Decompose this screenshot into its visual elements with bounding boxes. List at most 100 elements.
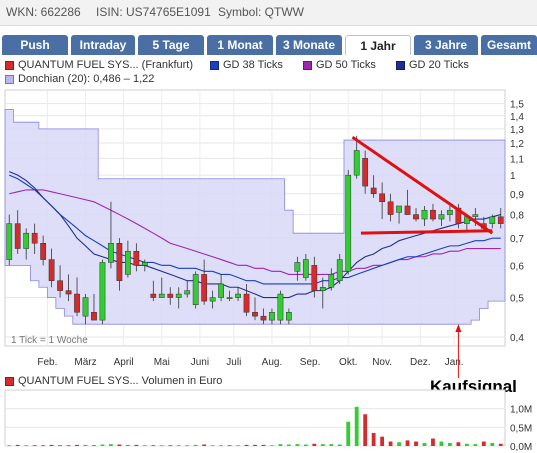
volume-bar	[337, 444, 342, 446]
volume-bar	[109, 444, 113, 446]
candle	[226, 297, 233, 299]
candle	[319, 287, 326, 291]
y-tick-label: 0,7	[510, 234, 524, 245]
tab-push[interactable]: Push	[2, 35, 68, 55]
tab-1-monat[interactable]: 1 Monat	[207, 35, 273, 55]
y-tick-label: 0,5	[510, 294, 524, 305]
candle	[489, 216, 496, 224]
volume-bar	[134, 444, 139, 446]
tab-intraday[interactable]: Intraday	[71, 35, 135, 55]
volume-bar	[346, 421, 351, 446]
tab-gesamt[interactable]: Gesamt	[481, 35, 537, 55]
tab-5-tage[interactable]: 5 Tage	[138, 35, 204, 55]
legend-price-label: QUANTUM FUEL SYS... (Frankfurt)	[18, 59, 194, 71]
candle	[167, 293, 174, 298]
volume-bar	[380, 436, 385, 446]
price-chart: 1,51,4 1,3 1,2 1,1 1 0,9 0,8 0,7 0,6 0,5 0,4 Feb. Mä…	[4, 89, 532, 453]
candle	[294, 262, 301, 272]
x-tick-label: Jan.	[445, 357, 464, 368]
volume-bar	[414, 441, 418, 446]
candle	[150, 293, 157, 298]
candle	[362, 158, 369, 187]
candle	[396, 205, 402, 213]
volume-bar	[142, 445, 147, 447]
volume-bar	[75, 444, 79, 446]
candle	[277, 293, 284, 321]
tab-3-monate[interactable]: 3 Monate	[276, 35, 342, 55]
legend-gd20: GD 20 Ticks	[396, 59, 469, 71]
x-tick-label: Juni	[191, 357, 209, 368]
gd20-swatch	[396, 60, 405, 70]
y-tick-label: 1,2	[510, 139, 524, 150]
candle	[201, 274, 208, 302]
candle	[387, 201, 394, 215]
volume-bar	[151, 445, 156, 447]
x-tick-label: April	[114, 357, 134, 368]
volume-bar	[405, 440, 410, 446]
candle	[108, 243, 114, 263]
x-tick-label: Nov.	[372, 357, 392, 368]
candle	[218, 283, 224, 298]
volume-tick-label: 0,0M	[510, 442, 532, 453]
volume-bar	[490, 443, 495, 446]
volume-bar	[83, 444, 88, 446]
candle	[379, 193, 385, 203]
candle	[91, 312, 97, 321]
candle	[6, 223, 13, 260]
candle	[260, 315, 267, 321]
candle	[336, 259, 343, 281]
volume-bar	[312, 443, 317, 446]
candle	[302, 259, 309, 278]
volume-bar	[303, 444, 308, 446]
y-tick-label: 1,4	[510, 112, 524, 123]
candle	[370, 187, 377, 195]
candle	[235, 293, 241, 298]
volume-bar	[329, 444, 334, 446]
y-tick-label: 1,5	[510, 100, 524, 111]
volume-bar	[498, 443, 503, 446]
chart-area: 1,5 1,4 1,3 1,2 1,1 1 0,9 0,8 0,7 0,6 0,5 0,4 Feb. Mä…	[0, 88, 537, 453]
tab-3-jahre[interactable]: 3 Jahre	[414, 35, 478, 55]
volume-bar	[58, 445, 62, 447]
volume-bar	[388, 441, 393, 446]
x-tick-label: Mai	[154, 357, 170, 368]
volume-bar	[481, 441, 486, 446]
gd50-swatch	[303, 60, 312, 70]
x-tick-label: Juli	[226, 357, 241, 368]
candle	[192, 274, 199, 306]
volume-bar	[32, 445, 37, 447]
volume-bar	[185, 445, 190, 447]
candle	[175, 293, 182, 298]
volume-bar	[354, 406, 359, 446]
candle	[328, 274, 335, 288]
candle	[243, 293, 250, 313]
x-tick-label: Feb.	[37, 357, 57, 368]
candle	[447, 209, 453, 215]
volume-bar	[320, 444, 325, 446]
x-tick-label: Sep.	[300, 357, 321, 368]
volume-bar	[7, 445, 12, 447]
volume-bar	[278, 444, 283, 446]
volume-bar	[236, 445, 240, 447]
tick-note: 1 Tick = 1 Woche	[11, 335, 88, 346]
candle	[57, 280, 63, 291]
symbol-text: Symbol: QTWW	[218, 5, 304, 19]
volume-swatch	[5, 376, 14, 386]
candle	[116, 243, 123, 281]
volume-bar	[168, 445, 173, 447]
y-tick-label: 0,8	[510, 211, 524, 222]
y-tick-label: 0,4	[510, 333, 524, 344]
candle	[430, 209, 436, 220]
info-bar: WKN: 662286 ISIN: US74765E1091 Symbol: Q…	[0, 0, 537, 26]
volume-bar	[210, 445, 215, 447]
candle	[125, 250, 131, 275]
candle	[472, 214, 479, 218]
volume-bar	[244, 444, 249, 446]
candle	[286, 312, 292, 321]
candle	[404, 205, 411, 215]
tab-1-jahr[interactable]: 1 Jahr	[345, 35, 411, 55]
legend-price: QUANTUM FUEL SYS... (Frankfurt)	[5, 59, 193, 71]
candle	[31, 232, 38, 244]
volume-bar	[117, 444, 122, 446]
donchian-swatch	[5, 74, 14, 84]
